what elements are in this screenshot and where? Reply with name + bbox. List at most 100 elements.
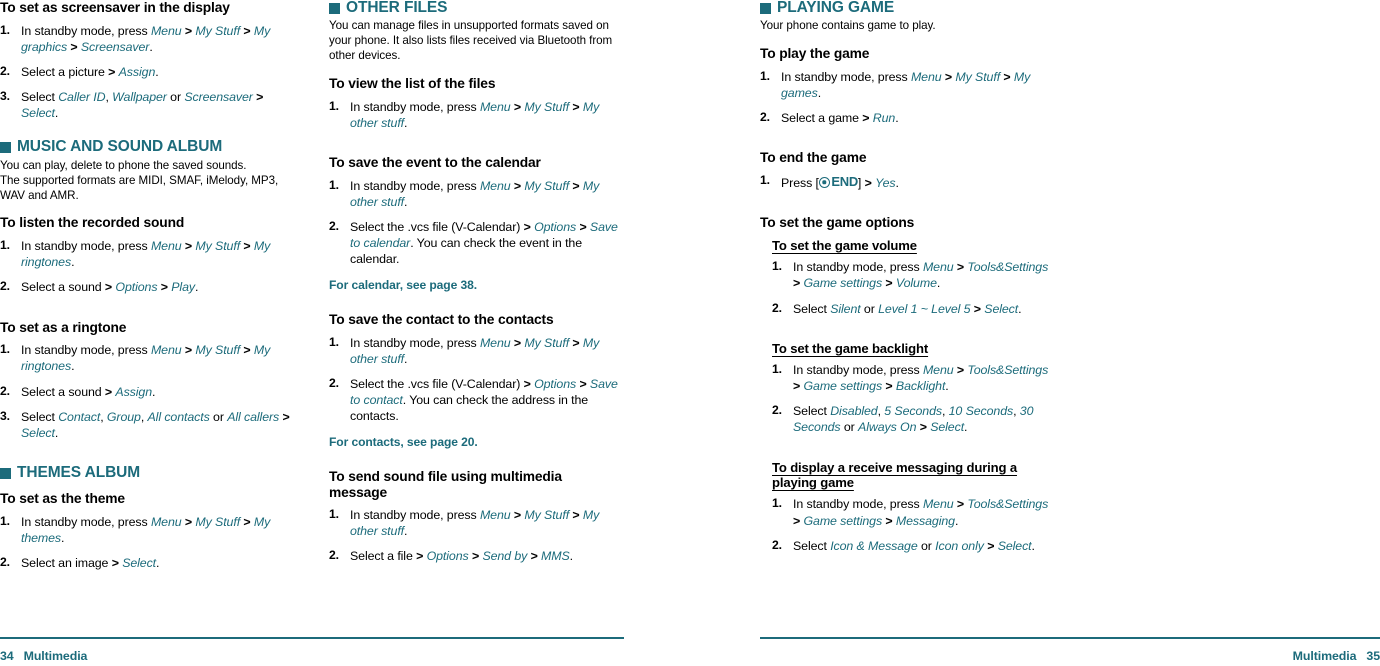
step-number: 1.	[329, 334, 339, 349]
step-number: 2.	[772, 403, 782, 418]
list-item: 1. In standby mode, press Menu > My Stuff…	[760, 69, 1052, 101]
column-left: To set as screensaver in the display 1. I…	[0, 0, 292, 582]
step-list-play-game: 1. In standby mode, press Menu > My Stuff…	[760, 69, 1052, 126]
square-bullet-icon	[0, 467, 11, 479]
step-list-send-sound: 1. In standby mode, press Menu > My Stuff…	[329, 507, 621, 564]
manual-page-spread: To set as screensaver in the display 1. I…	[0, 0, 1380, 666]
procedure-heading-play-game: To play the game	[760, 46, 870, 62]
step-number: 1.	[329, 98, 339, 113]
step-text: Select a game > Run.	[781, 111, 899, 126]
list-item: 1. In standby mode, press Menu > My Stuff…	[0, 514, 292, 546]
procedure-heading-listen-sound: To listen the recorded sound	[0, 215, 185, 231]
list-item: 2. Select Icon & Message or Icon only > S…	[772, 538, 1052, 554]
step-list-game-backlight: 1. In standby mode, press Menu > Tools&Se…	[772, 362, 1052, 436]
list-item: 1. In standby mode, press Menu > My Stuff…	[329, 99, 621, 131]
step-text: In standby mode, press Menu > My Stuff >…	[21, 343, 271, 374]
list-item: 1. In standby mode, press Menu > Tools&Se…	[772, 362, 1052, 394]
procedure-heading-set-theme: To set as the theme	[0, 491, 125, 507]
list-item: 2. Select the .vcs file (V-Calendar) > Op…	[329, 376, 621, 424]
step-text: Select a file > Options > Send by > MMS.	[350, 549, 573, 564]
procedure-heading-save-contact: To save the contact to the contacts	[329, 311, 554, 327]
step-list-end-game: 1. Press [ END] > Yes.	[760, 173, 1052, 191]
step-number: 1.	[0, 238, 10, 253]
list-item: 2. Select an image > Select.	[0, 555, 292, 571]
step-text: Select the .vcs file (V-Calendar) > Opti…	[350, 220, 618, 267]
list-item: 2. Select a file > Options > Send by > MM…	[329, 548, 621, 564]
step-number: 3.	[0, 89, 10, 104]
list-item: 1. In standby mode, press Menu > Tools&Se…	[772, 496, 1052, 528]
section-intro-other-files: You can manage files in unsupported form…	[329, 19, 613, 63]
step-number: 2.	[772, 537, 782, 552]
step-list-save-event: 1. In standby mode, press Menu > My Stuff…	[329, 178, 621, 268]
subsection-game-volume: To set the game volume 1. In standby mode…	[760, 238, 1052, 554]
step-number: 2.	[329, 375, 339, 390]
column-right: PLAYING GAME Your phone contains game to…	[760, 0, 1052, 565]
step-number: 2.	[0, 63, 10, 78]
list-item: 1. In standby mode, press Menu > My Stuff…	[0, 342, 292, 374]
square-bullet-icon	[0, 141, 11, 153]
section-heading-other-files: OTHER FILES	[329, 0, 621, 16]
procedure-heading-end-game: To end the game	[760, 150, 867, 166]
procedure-heading-view-list: To view the list of the files	[329, 76, 496, 92]
step-text: In standby mode, press Menu > My Stuff >…	[21, 239, 271, 270]
sub-heading-game-backlight: To set the game backlight	[772, 340, 929, 356]
step-number: 1.	[760, 173, 770, 188]
section-title-text: MUSIC AND SOUND ALBUM	[17, 138, 223, 156]
step-list-view-list: 1. In standby mode, press Menu > My Stuff…	[329, 99, 621, 131]
step-text: In standby mode, press Menu > Tools&Sett…	[793, 363, 1049, 394]
procedure-heading-screensaver: To set as screensaver in the display	[0, 0, 230, 15]
square-bullet-icon	[329, 2, 340, 14]
step-list-save-contact: 1. In standby mode, press Menu > My Stuff…	[329, 335, 621, 425]
step-text: Select a sound > Options > Play.	[21, 280, 199, 295]
sub-heading-receive-messaging: To display a receive messaging during a …	[772, 459, 1017, 490]
step-list-listen-sound: 1. In standby mode, press Menu > My Stuff…	[0, 238, 292, 295]
step-text: Select Disabled, 5 Seconds, 10 Seconds, …	[793, 404, 1034, 435]
sub-heading-game-volume: To set the game volume	[772, 237, 917, 253]
section-title-text: THEMES ALBUM	[17, 463, 141, 481]
step-number: 2.	[329, 548, 339, 563]
step-text: In standby mode, press Menu > Tools&Sett…	[793, 260, 1049, 291]
step-text: Select Contact, Group, All contacts or A…	[21, 409, 290, 440]
step-text-prefix: Press [	[781, 175, 819, 190]
list-item: 1. In standby mode, press Menu > Tools&Se…	[772, 259, 1052, 291]
step-list-receive-messaging: 1. In standby mode, press Menu > Tools&Se…	[772, 496, 1052, 553]
list-item: 1. In standby mode, press Menu > My Stuff…	[329, 507, 621, 539]
step-text: Select an image > Select.	[21, 556, 160, 571]
key-dot-icon	[818, 176, 830, 188]
list-item: 2. Select Silent or Level 1 ~ Level 5 > S…	[772, 301, 1052, 317]
step-number: 1.	[329, 507, 339, 522]
step-text: Select the .vcs file (V-Calendar) > Opti…	[350, 376, 618, 424]
procedure-heading-save-event: To save the event to the calendar	[329, 155, 541, 171]
procedure-heading-send-sound: To send sound file using multimedia mess…	[329, 468, 562, 500]
step-text: In standby mode, press Menu > My Stuff >…	[350, 508, 600, 539]
list-item: 1. In standby mode, press Menu > My Stuff…	[329, 335, 621, 367]
list-item: 2. Select a sound > Options > Play.	[0, 279, 292, 295]
end-key-label: END	[831, 174, 858, 190]
step-text: Select a sound > Assign.	[21, 384, 156, 399]
list-item: 1. In standby mode, press Menu > My Stuff…	[0, 23, 292, 55]
list-item: 2. Select a sound > Assign.	[0, 384, 292, 400]
step-text: In standby mode, press Menu > Tools&Sett…	[793, 497, 1049, 528]
step-number: 1.	[329, 177, 339, 192]
footer-page-left: 34 Multimedia	[0, 649, 88, 663]
section-heading-music-sound-album: MUSIC AND SOUND ALBUM	[0, 139, 292, 155]
step-number: 2.	[0, 383, 10, 398]
step-text: In standby mode, press Menu > My Stuff >…	[350, 178, 600, 209]
section-heading-themes-album: THEMES ALBUM	[0, 463, 292, 481]
step-number: 1.	[772, 259, 782, 274]
list-item: 2. Select a game > Run.	[760, 110, 1052, 126]
step-list-set-theme: 1. In standby mode, press Menu > My Stuff…	[0, 514, 292, 571]
column-middle: OTHER FILES You can manage files in unsu…	[329, 0, 621, 576]
step-text: In standby mode, press Menu > My Stuff >…	[21, 23, 271, 54]
procedure-heading-game-options: To set the game options	[760, 215, 915, 231]
section-title-text: PLAYING GAME	[777, 0, 895, 16]
step-text-suffix: ] > Yes.	[857, 175, 899, 190]
list-item: 1. In standby mode, press Menu > My Stuff…	[0, 238, 292, 270]
step-number: 1.	[0, 342, 10, 357]
